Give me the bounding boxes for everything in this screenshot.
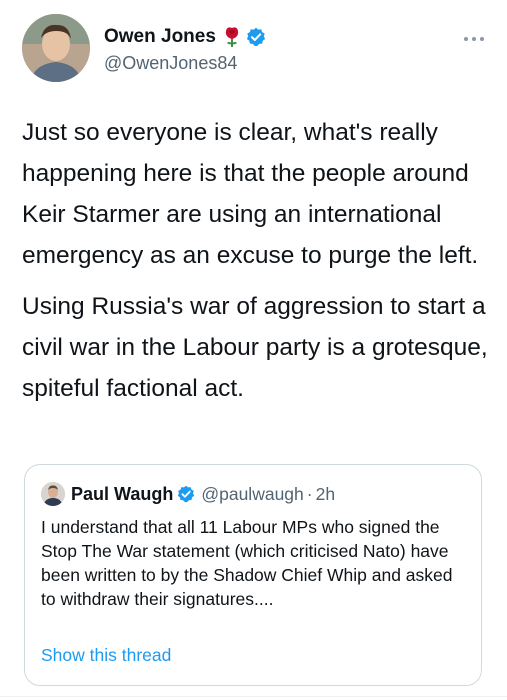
show-thread-link[interactable]: Show this thread [41, 645, 171, 666]
author-avatar[interactable] [22, 14, 90, 82]
separator-dot: · [306, 483, 313, 504]
quoted-tweet-timestamp: 2h [315, 483, 336, 504]
author-name-row: Owen Jones [104, 24, 266, 50]
quoted-tweet-header: Paul Waugh @paulwaugh · 2h [41, 482, 335, 506]
more-options-icon[interactable] [461, 32, 487, 44]
verified-icon [177, 485, 195, 503]
rose-icon [222, 26, 242, 48]
tweet-text: Just so everyone is clear, what's really… [22, 112, 492, 419]
author-info: Owen Jones @OwenJones84 [104, 24, 266, 74]
quoted-author-display-name: Paul Waugh [71, 483, 174, 504]
quoted-tweet-text: I understand that all 11 Labour MPs who … [41, 517, 453, 609]
quoted-author-avatar [41, 482, 65, 506]
author-handle[interactable]: @OwenJones84 [104, 53, 266, 74]
quoted-tweet[interactable]: Paul Waugh @paulwaugh · 2h I understand … [24, 464, 482, 686]
verified-icon [246, 27, 266, 47]
tweet-header: Owen Jones @OwenJones84 [22, 14, 487, 86]
divider [0, 696, 507, 697]
author-display-name[interactable]: Owen Jones [104, 26, 216, 48]
quoted-author-handle: @paulwaugh [201, 483, 304, 504]
tweet-paragraph: Using Russia's war of aggression to star… [22, 293, 488, 402]
tweet-paragraph: Just so everyone is clear, what's really… [22, 119, 479, 269]
tweet: Owen Jones @OwenJones84 Just so everyone… [0, 0, 507, 700]
